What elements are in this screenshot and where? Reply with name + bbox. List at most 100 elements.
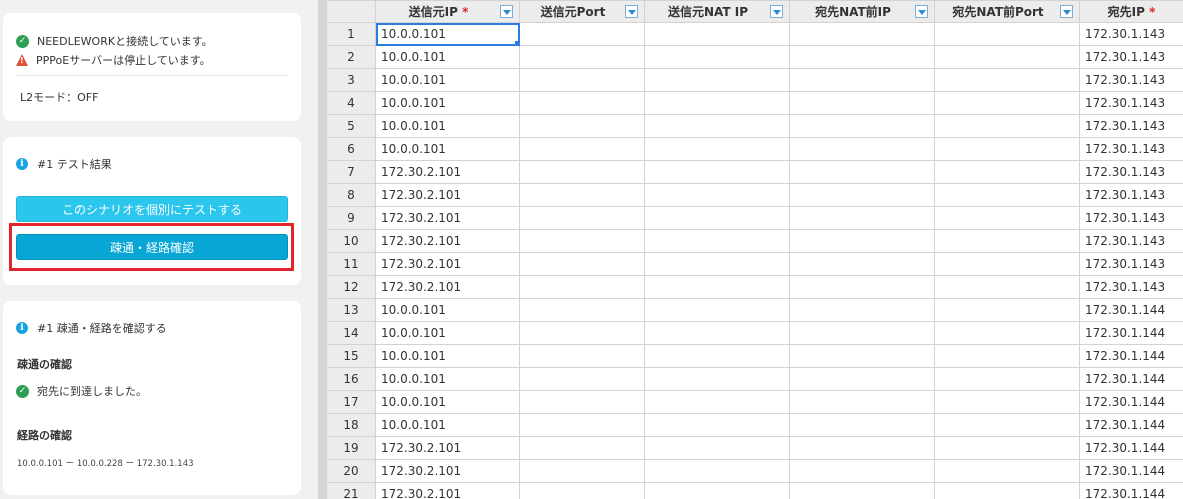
dest-ip-cell[interactable]: 172.30.1.144 [1079, 459, 1183, 483]
source-ip-cell[interactable]: 172.30.2.101 [375, 206, 520, 230]
table-row[interactable]: 18 10.0.0.101 172.30.1.144 [326, 413, 1183, 437]
dest-pre-nat-ip-cell[interactable] [789, 252, 935, 276]
panel-splitter[interactable] [318, 0, 326, 499]
dest-pre-nat-ip-cell[interactable] [789, 482, 935, 499]
row-number[interactable]: 18 [326, 413, 376, 437]
source-nat-ip-cell[interactable] [644, 160, 790, 184]
dest-pre-nat-ip-cell[interactable] [789, 298, 935, 322]
table-row[interactable]: 6 10.0.0.101 172.30.1.143 [326, 137, 1183, 161]
dest-pre-nat-ip-cell[interactable] [789, 229, 935, 253]
source-port-cell[interactable] [519, 367, 645, 391]
source-ip-cell[interactable]: 10.0.0.101 [375, 298, 520, 322]
row-number[interactable]: 5 [326, 114, 376, 138]
row-number[interactable]: 4 [326, 91, 376, 115]
dest-pre-nat-port-cell[interactable] [934, 390, 1080, 414]
source-nat-ip-cell[interactable] [644, 206, 790, 230]
row-number[interactable]: 13 [326, 298, 376, 322]
row-number[interactable]: 11 [326, 252, 376, 276]
row-number[interactable]: 12 [326, 275, 376, 299]
table-row[interactable]: 8 172.30.2.101 172.30.1.143 [326, 183, 1183, 207]
dest-pre-nat-ip-cell[interactable] [789, 390, 935, 414]
dest-ip-cell[interactable]: 172.30.1.144 [1079, 344, 1183, 368]
row-number[interactable]: 21 [326, 482, 376, 499]
row-number[interactable]: 10 [326, 229, 376, 253]
dest-ip-cell[interactable]: 172.30.1.143 [1079, 160, 1183, 184]
dest-ip-cell[interactable]: 172.30.1.144 [1079, 321, 1183, 345]
source-ip-cell[interactable]: 172.30.2.101 [375, 183, 520, 207]
row-number[interactable]: 17 [326, 390, 376, 414]
source-port-cell[interactable] [519, 298, 645, 322]
dest-ip-cell[interactable]: 172.30.1.144 [1079, 298, 1183, 322]
table-row[interactable]: 9 172.30.2.101 172.30.1.143 [326, 206, 1183, 230]
source-port-cell[interactable] [519, 482, 645, 499]
corner-cell[interactable] [326, 0, 376, 23]
dest-pre-nat-ip-cell[interactable] [789, 367, 935, 391]
source-port-cell[interactable] [519, 321, 645, 345]
dest-pre-nat-port-cell[interactable] [934, 413, 1080, 437]
dest-pre-nat-port-cell[interactable] [934, 45, 1080, 69]
row-number[interactable]: 16 [326, 367, 376, 391]
source-port-cell[interactable] [519, 22, 645, 46]
source-port-cell[interactable] [519, 114, 645, 138]
filter-dropdown-icon[interactable] [1060, 5, 1073, 18]
dest-pre-nat-port-cell[interactable] [934, 436, 1080, 460]
source-nat-ip-cell[interactable] [644, 91, 790, 115]
dest-pre-nat-port-cell[interactable] [934, 68, 1080, 92]
source-ip-cell[interactable]: 10.0.0.101 [375, 114, 520, 138]
filter-dropdown-icon[interactable] [500, 5, 513, 18]
dest-pre-nat-port-cell[interactable] [934, 252, 1080, 276]
source-port-cell[interactable] [519, 160, 645, 184]
dest-pre-nat-port-cell[interactable] [934, 91, 1080, 115]
dest-pre-nat-ip-cell[interactable] [789, 45, 935, 69]
filter-dropdown-icon[interactable] [915, 5, 928, 18]
source-port-cell[interactable] [519, 344, 645, 368]
dest-pre-nat-port-cell[interactable] [934, 137, 1080, 161]
source-ip-cell[interactable]: 10.0.0.101 [375, 390, 520, 414]
table-row[interactable]: 17 10.0.0.101 172.30.1.144 [326, 390, 1183, 414]
row-number[interactable]: 15 [326, 344, 376, 368]
dest-pre-nat-port-cell[interactable] [934, 229, 1080, 253]
source-ip-cell[interactable]: 172.30.2.101 [375, 229, 520, 253]
source-port-cell[interactable] [519, 137, 645, 161]
filter-dropdown-icon[interactable] [625, 5, 638, 18]
source-port-cell[interactable] [519, 413, 645, 437]
dest-ip-cell[interactable]: 172.30.1.143 [1079, 22, 1183, 46]
source-port-cell[interactable] [519, 68, 645, 92]
column-header[interactable]: 送信元Port [519, 0, 645, 23]
source-nat-ip-cell[interactable] [644, 68, 790, 92]
dest-pre-nat-port-cell[interactable] [934, 22, 1080, 46]
dest-pre-nat-ip-cell[interactable] [789, 160, 935, 184]
dest-ip-cell[interactable]: 172.30.1.143 [1079, 252, 1183, 276]
source-nat-ip-cell[interactable] [644, 344, 790, 368]
source-port-cell[interactable] [519, 229, 645, 253]
source-nat-ip-cell[interactable] [644, 459, 790, 483]
source-port-cell[interactable] [519, 436, 645, 460]
source-nat-ip-cell[interactable] [644, 275, 790, 299]
table-row[interactable]: 7 172.30.2.101 172.30.1.143 [326, 160, 1183, 184]
dest-pre-nat-port-cell[interactable] [934, 275, 1080, 299]
source-nat-ip-cell[interactable] [644, 298, 790, 322]
row-number[interactable]: 20 [326, 459, 376, 483]
source-ip-cell[interactable]: 10.0.0.101 [375, 22, 520, 46]
table-row[interactable]: 5 10.0.0.101 172.30.1.143 [326, 114, 1183, 138]
dest-ip-cell[interactable]: 172.30.1.143 [1079, 183, 1183, 207]
source-port-cell[interactable] [519, 45, 645, 69]
dest-ip-cell[interactable]: 172.30.1.143 [1079, 91, 1183, 115]
dest-pre-nat-ip-cell[interactable] [789, 206, 935, 230]
table-row[interactable]: 10 172.30.2.101 172.30.1.143 [326, 229, 1183, 253]
dest-pre-nat-ip-cell[interactable] [789, 275, 935, 299]
table-row[interactable]: 13 10.0.0.101 172.30.1.144 [326, 298, 1183, 322]
dest-pre-nat-port-cell[interactable] [934, 344, 1080, 368]
source-ip-cell[interactable]: 10.0.0.101 [375, 413, 520, 437]
dest-pre-nat-ip-cell[interactable] [789, 91, 935, 115]
source-ip-cell[interactable]: 172.30.2.101 [375, 436, 520, 460]
table-row[interactable]: 4 10.0.0.101 172.30.1.143 [326, 91, 1183, 115]
source-port-cell[interactable] [519, 275, 645, 299]
dest-ip-cell[interactable]: 172.30.1.143 [1079, 229, 1183, 253]
dest-pre-nat-port-cell[interactable] [934, 459, 1080, 483]
row-number[interactable]: 14 [326, 321, 376, 345]
dest-pre-nat-port-cell[interactable] [934, 206, 1080, 230]
row-number[interactable]: 8 [326, 183, 376, 207]
dest-pre-nat-port-cell[interactable] [934, 321, 1080, 345]
source-port-cell[interactable] [519, 91, 645, 115]
